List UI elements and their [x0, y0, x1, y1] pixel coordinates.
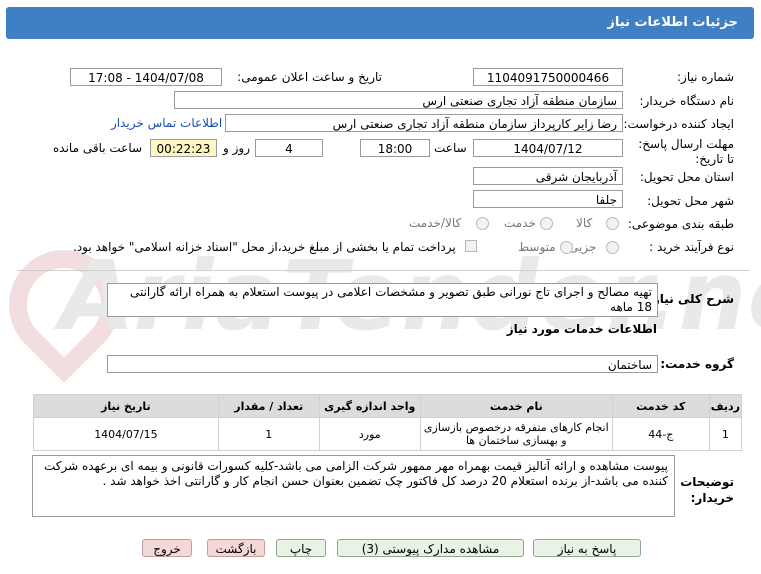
days-label: روز و — [224, 141, 251, 155]
category-radio-service[interactable] — [541, 217, 554, 230]
process-type-label: نوع فرآیند خرید : — [650, 240, 735, 254]
buyer-notes-label: توضیحات خریدار: — [681, 475, 735, 505]
requester-label: ایجاد کننده درخواست: — [624, 117, 735, 131]
process-option-medium: متوسط — [519, 240, 557, 254]
city-label: شهر محل تحویل: — [648, 194, 735, 208]
category-option-service: خدمت — [505, 216, 537, 230]
reply-button[interactable]: پاسخ به نیاز — [534, 539, 642, 557]
deadline-date-field: 1404/07/12 — [474, 139, 624, 157]
service-group-label: گروه خدمت: — [661, 357, 735, 371]
buyer-contact-link[interactable]: اطلاعات تماس خریدار — [112, 116, 223, 130]
city-field: جلفا — [474, 190, 624, 208]
col-service-code: کد خدمت — [612, 394, 711, 418]
services-table: ردیف کد خدمت نام خدمت واحد اندازه گیری ت… — [34, 394, 744, 451]
need-number-field: 1104091750000466 — [474, 68, 624, 86]
services-info-title: اطلاعات خدمات مورد نیاز — [507, 322, 658, 336]
col-need-date: تاریخ نیاز — [34, 394, 220, 418]
col-service-name: نام خدمت — [420, 394, 614, 418]
description-field[interactable]: تهیه مصالح و اجرای تاج نورانی طبق تصویر … — [108, 283, 659, 317]
buyer-org-label: نام دستگاه خریدار: — [640, 94, 736, 108]
view-documents-button[interactable]: مشاهده مدارک پیوستی (3) — [338, 539, 525, 557]
col-unit: واحد اندازه گیری — [319, 394, 422, 418]
buyer-org-field: سازمان منطقه آزاد تجاری صنعتی ارس — [175, 91, 624, 109]
process-radio-minor[interactable] — [607, 241, 620, 254]
buyer-notes-field[interactable]: پیوست مشاهده و ارائه آنالیز قیمت بهمراه … — [33, 455, 676, 517]
deadline-time-field: 18:00 — [361, 139, 431, 157]
days-field: 4 — [256, 139, 324, 157]
col-row: ردیف — [709, 394, 744, 418]
process-radio-medium[interactable] — [561, 241, 574, 254]
province-label: استان محل تحویل: — [640, 170, 735, 184]
back-button[interactable]: بازگشت — [208, 539, 266, 557]
process-option-minor: جزیی — [570, 240, 598, 254]
deadline-label: مهلت ارسال پاسخ: تا تاریخ: — [639, 137, 735, 166]
service-group-field: ساختمان — [108, 355, 659, 373]
table-header-row: ردیف کد خدمت نام خدمت واحد اندازه گیری ت… — [34, 394, 744, 418]
remaining-label: ساعت باقی مانده — [54, 141, 144, 155]
print-button[interactable]: چاپ — [277, 539, 327, 557]
announce-datetime-label: تاریخ و ساعت اعلان عمومی: — [238, 70, 383, 84]
cell-quantity: 1 — [218, 417, 321, 451]
cell-need-date: 1404/07/15 — [34, 417, 220, 451]
cell-service-name: انجام کارهای متفرقه درخصوص بازسازی و بهس… — [420, 417, 614, 451]
payment-checkbox[interactable] — [466, 240, 478, 252]
description-label: شرح کلی نیاز: — [649, 292, 735, 306]
category-radio-goods[interactable] — [607, 217, 620, 230]
col-quantity: تعداد / مقدار — [218, 394, 321, 418]
requester-field: رضا زایر کارپرداز سازمان منطقه آزاد تجار… — [226, 114, 624, 132]
page-title: جزئیات اطلاعات نیاز — [608, 15, 739, 30]
cell-row: 1 — [709, 417, 744, 451]
category-label: طبقه بندی موضوعی: — [628, 217, 735, 231]
exit-button[interactable]: خروج — [143, 539, 193, 557]
table-row: 1 ج-44 انجام کارهای متفرقه درخصوص بازساز… — [34, 417, 744, 451]
cell-service-code: ج-44 — [612, 417, 711, 451]
remaining-time-field: 00:22:23 — [151, 139, 218, 157]
deadline-time-label: ساعت — [435, 141, 468, 155]
province-field: آذربایجان شرقی — [474, 167, 624, 185]
category-option-goods-service: کالا/خدمت — [410, 216, 463, 230]
announce-datetime-field: 1404/07/08 - 17:08 — [71, 68, 223, 86]
page-header: جزئیات اطلاعات نیاز — [7, 7, 755, 39]
payment-note: پرداخت تمام یا بخشی از مبلغ خرید،از محل … — [74, 240, 457, 254]
category-radio-goods-service[interactable] — [477, 217, 490, 230]
category-option-goods: کالا — [577, 216, 594, 230]
need-number-label: شماره نیاز: — [678, 70, 735, 84]
divider — [18, 270, 751, 271]
cell-unit: مورد — [319, 417, 422, 451]
